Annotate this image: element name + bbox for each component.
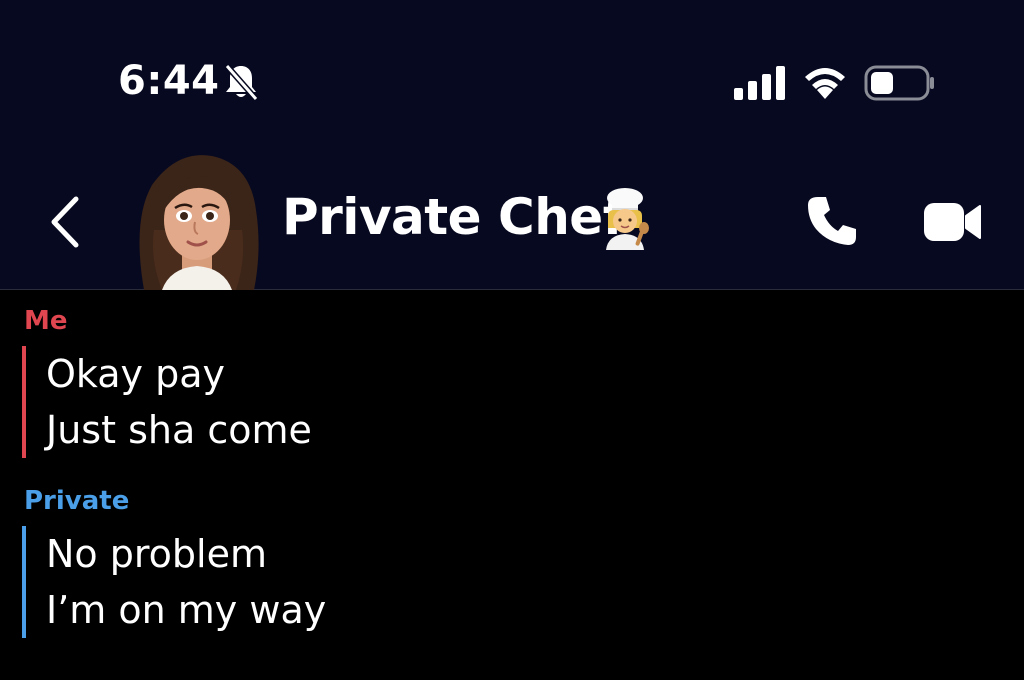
battery-icon [864,65,934,101]
bitmoji-avatar-image [139,155,259,290]
message-group-private: No problem I’m on my way [22,526,326,638]
chef-emoji-icon [606,188,649,250]
avatar[interactable] [132,150,262,290]
chat-header: 6:44 Private Chef [0,0,1024,290]
sender-label-private: Private [24,486,130,516]
bell-slash-icon [224,64,259,101]
nav-bar: Private Chef [0,140,1024,290]
sender-label-me: Me [24,306,68,336]
message-text: Just sha come [46,408,312,452]
video-camera-icon[interactable] [922,201,982,243]
cellular-signal-icon [734,66,785,100]
message-text: Okay pay [46,352,225,396]
phone-icon[interactable] [804,193,860,249]
message-group-me: Okay pay Just sha come [22,346,312,458]
wifi-icon [805,68,845,99]
status-bar: 6:44 [0,0,1024,140]
message-text: I’m on my way [46,588,327,632]
chat-title[interactable]: Private Chef [282,188,624,246]
back-chevron-icon[interactable] [46,195,86,249]
status-time: 6:44 [118,58,220,104]
message-text: No problem [46,532,267,576]
